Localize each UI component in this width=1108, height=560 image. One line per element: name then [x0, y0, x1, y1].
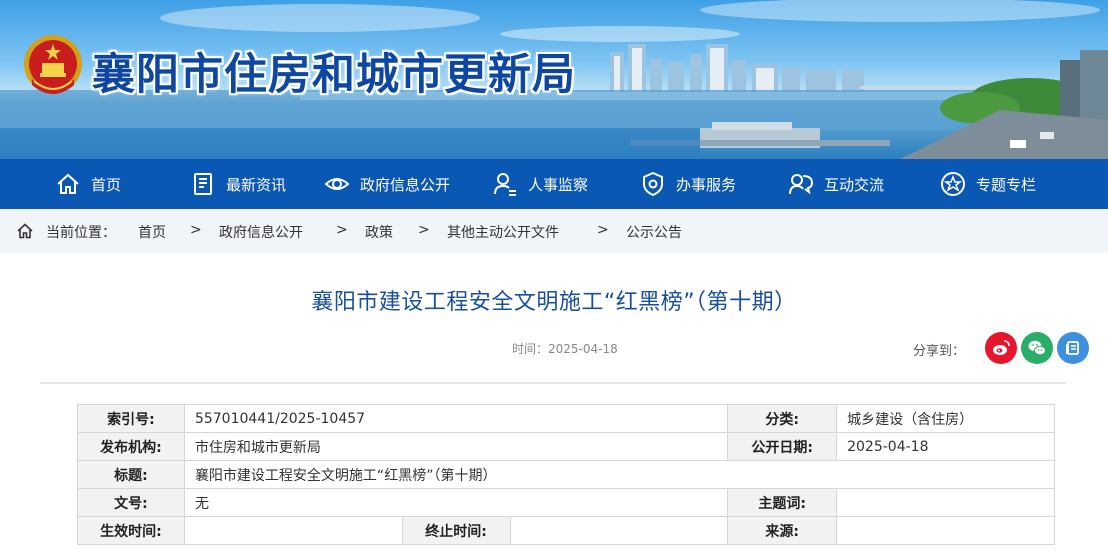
nav-item-interaction[interactable]: 互动交流	[788, 159, 884, 209]
doc-number-value: 无	[183, 488, 729, 517]
nav-item-label: 专题专栏	[976, 175, 1037, 194]
person-icon	[492, 171, 518, 197]
header-banner: 襄阳市住房和城市更新局	[0, 0, 1108, 159]
breadcrumb-item-notices[interactable]: 公示公告	[626, 222, 682, 242]
home-icon	[17, 223, 33, 239]
share-label: 分享到：	[913, 344, 966, 359]
table-row: 生效时间: 终止时间: 来源:	[77, 516, 1055, 545]
table-row: 标题: 襄阳市建设工程安全文明施工“红黑榜”（第十期）	[77, 460, 1056, 489]
chat-users-icon	[788, 171, 814, 197]
breadcrumb-prefix: 当前位置：	[46, 225, 116, 241]
end-date-label: 终止时间:	[401, 516, 511, 545]
national-emblem-icon	[24, 35, 82, 94]
wechat-icon	[1028, 340, 1046, 356]
keywords-value	[836, 488, 1055, 517]
index-number-label: 索引号:	[77, 404, 185, 433]
nav-item-home[interactable]: 首页	[55, 159, 121, 209]
category-label: 分类:	[727, 404, 838, 433]
site-title: 襄阳市住房和城市更新局	[92, 50, 576, 100]
breadcrumb-item-other-files[interactable]: 其他主动公开文件	[447, 222, 559, 242]
breadcrumb-item-gov-info[interactable]: 政府信息公开	[219, 222, 303, 242]
table-row: 发布机构: 市住房和城市更新局 公开日期: 2025-04-18	[77, 432, 1055, 461]
article-title: 襄阳市建设工程安全文明施工“红黑榜”（第十期）	[311, 290, 797, 315]
share-weibo-button[interactable]	[985, 332, 1017, 364]
news-icon	[190, 171, 216, 197]
title-label: 标题:	[77, 460, 185, 489]
nav-item-services[interactable]: 办事服务	[640, 159, 736, 209]
index-number-value: 557010441/2025-10457	[183, 404, 729, 433]
doc-number-label: 文号:	[77, 488, 185, 517]
effective-date-value	[183, 516, 403, 545]
article-time: 时间：2025-04-18	[512, 342, 618, 356]
breadcrumb-separator: >	[597, 222, 609, 238]
nav-item-special[interactable]: 专题专栏	[940, 159, 1036, 209]
divider	[40, 382, 1066, 384]
end-date-value	[509, 516, 729, 545]
publisher-value: 市住房和城市更新局	[183, 432, 729, 461]
breadcrumb-item-policy[interactable]: 政策	[365, 222, 393, 242]
source-value	[836, 516, 1055, 545]
nav-item-gov-info[interactable]: 政府信息公开	[324, 159, 450, 209]
share-qzone-button[interactable]	[1057, 332, 1089, 364]
publish-date-value: 2025-04-18	[836, 432, 1055, 461]
breadcrumb-separator: >	[418, 222, 430, 238]
nav-item-personnel[interactable]: 人事监察	[492, 159, 588, 209]
breadcrumb-separator: >	[336, 222, 348, 238]
publish-date-label: 公开日期:	[727, 432, 838, 461]
nav-item-label: 办事服务	[676, 175, 737, 194]
document-meta-table: 索引号: 557010441/2025-10457 分类: 城乡建设（含住房） …	[77, 404, 1056, 545]
breadcrumb-separator: >	[190, 222, 202, 238]
nav-item-label: 互动交流	[824, 175, 885, 194]
effective-date-label: 生效时间:	[77, 516, 185, 545]
weibo-icon	[993, 340, 1010, 355]
share-wechat-button[interactable]	[1021, 332, 1053, 364]
table-row: 文号: 无 主题词:	[77, 488, 1055, 517]
nav-item-label: 人事监察	[528, 175, 589, 194]
publisher-label: 发布机构:	[77, 432, 185, 461]
title-value: 襄阳市建设工程安全文明施工“红黑榜”（第十期）	[183, 460, 1056, 489]
source-label: 来源:	[727, 516, 838, 545]
nav-item-news[interactable]: 最新资讯	[190, 159, 286, 209]
qzone-icon	[1066, 341, 1079, 355]
home-icon	[55, 171, 81, 197]
breadcrumb-item-home[interactable]: 首页	[138, 222, 166, 242]
shield-icon	[640, 171, 666, 197]
nav-item-label: 最新资讯	[226, 175, 287, 194]
table-row: 索引号: 557010441/2025-10457 分类: 城乡建设（含住房）	[77, 404, 1055, 433]
star-icon	[940, 171, 966, 197]
category-value: 城乡建设（含住房）	[836, 404, 1055, 433]
breadcrumb: 当前位置： 首页 > 政府信息公开 > 政策 > 其他主动公开文件 > 公示公告	[0, 209, 1108, 253]
nav-item-label: 首页	[91, 175, 122, 194]
nav-item-label: 政府信息公开	[360, 175, 451, 194]
eye-icon	[324, 171, 350, 197]
keywords-label: 主题词:	[727, 488, 838, 517]
main-nav: 首页 最新资讯 政府信息公开 人事监察 办事服务 互动交流 专题专栏	[0, 159, 1108, 209]
